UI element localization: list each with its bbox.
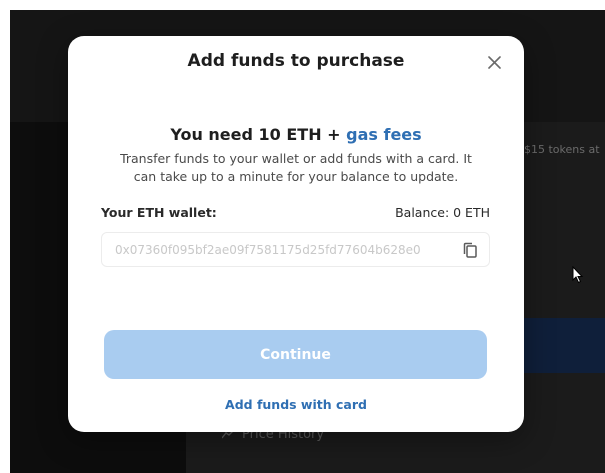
copy-address-button[interactable] [461,241,479,259]
modal-description: Transfer funds to your wallet or add fun… [120,151,472,184]
modal-title: Add funds to purchase [187,51,405,71]
amount-needed-text: You need 10 ETH + [170,125,347,144]
wallet-balance: Balance: 0 ETH [395,205,490,220]
close-icon [487,55,501,69]
wallet-address-field[interactable]: 0x07360f095bf2ae09f7581175d25fd77604b628… [101,232,490,267]
gas-fees-link[interactable]: gas fees [346,125,422,144]
mouse-cursor-icon [572,266,584,284]
add-funds-modal: Add funds to purchase You need 10 ETH + … [68,36,524,432]
copy-icon [463,242,477,258]
background-side-text: $15 tokens at [524,143,600,156]
amount-needed: You need 10 ETH + gas fees [68,125,524,144]
close-button[interactable] [484,52,504,72]
continue-button[interactable]: Continue [104,330,487,379]
wallet-label: Your ETH wallet: [101,205,217,220]
add-funds-with-card-link[interactable]: Add funds with card [68,397,524,412]
wallet-address[interactable]: 0x07360f095bf2ae09f7581175d25fd77604b628… [115,243,435,257]
modal-header: Add funds to purchase [68,36,524,88]
